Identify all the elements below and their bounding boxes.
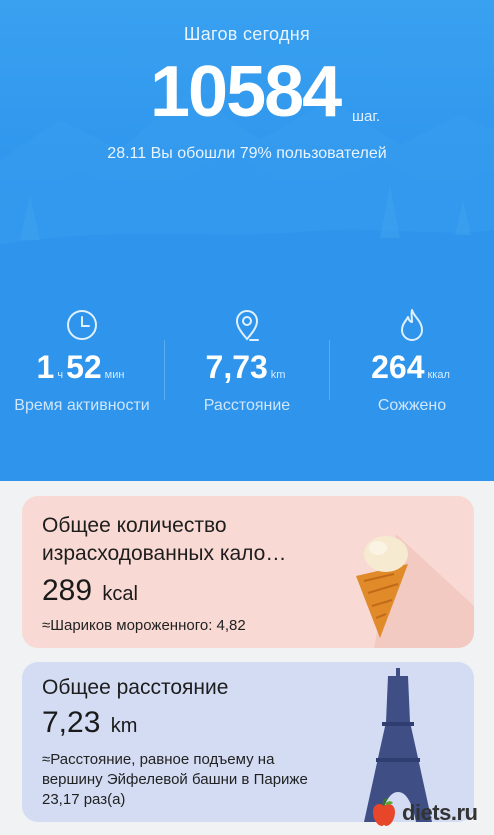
stat-active-time[interactable]: 1 ч52 мин Время активности bbox=[0, 305, 164, 415]
active-time-label: Время активности bbox=[14, 397, 150, 414]
steps-comparison: 28.11 Вы обошли 79% пользователей bbox=[107, 145, 387, 162]
active-minutes: 52 bbox=[66, 349, 102, 385]
ice-cream-icon bbox=[356, 534, 474, 648]
calories-card-value: 289 kcal bbox=[42, 574, 138, 608]
flame-icon bbox=[330, 305, 494, 345]
distance-total: 7,23 bbox=[42, 706, 101, 739]
steps-title: Шагов сегодня bbox=[183, 24, 311, 44]
distance-total-unit: km bbox=[110, 715, 138, 737]
watermark-text: diets.ru bbox=[402, 800, 478, 825]
calories-card[interactable]: Общее количество израсходованных кало… 2… bbox=[22, 496, 474, 648]
calories-card-note: ≈Шариков мороженного: 4,82 bbox=[42, 617, 246, 634]
distance-value: 7,73 bbox=[205, 349, 268, 385]
calories-label: Сожжено bbox=[377, 397, 447, 414]
clock-icon bbox=[0, 305, 164, 345]
steps-hero: Шагов сегодня 10584 шаг. 28.11 Вы обошли… bbox=[0, 0, 494, 481]
distance-unit: km bbox=[270, 369, 286, 381]
stat-distance[interactable]: 7,73 km Расстояние bbox=[165, 305, 329, 415]
calories-total: 289 bbox=[42, 574, 93, 607]
distance-card-title: Общее расстояние bbox=[42, 676, 229, 699]
calories-unit: ккал bbox=[427, 369, 450, 381]
steps-count: 10584 bbox=[150, 52, 342, 132]
calories-value: 264 bbox=[371, 349, 425, 385]
distance-card-note: ≈Расстояние, равное подъему на вершину Э… bbox=[42, 751, 308, 808]
steps-unit: шаг. bbox=[352, 108, 381, 125]
hours-unit: ч bbox=[57, 369, 64, 381]
calories-total-unit: kcal bbox=[102, 583, 138, 605]
location-pin-icon bbox=[165, 305, 329, 345]
stat-calories[interactable]: 264 ккал Сожжено bbox=[330, 305, 494, 415]
active-hours: 1 bbox=[36, 349, 55, 385]
distance-label: Расстояние bbox=[203, 397, 291, 414]
distance-card-value: 7,23 km bbox=[42, 706, 137, 740]
apple-logo-icon bbox=[373, 798, 395, 826]
calories-card-title: Общее количество израсходованных кало… bbox=[42, 514, 287, 565]
diets-logo: diets.ru bbox=[370, 796, 490, 830]
minutes-unit: мин bbox=[104, 369, 125, 381]
